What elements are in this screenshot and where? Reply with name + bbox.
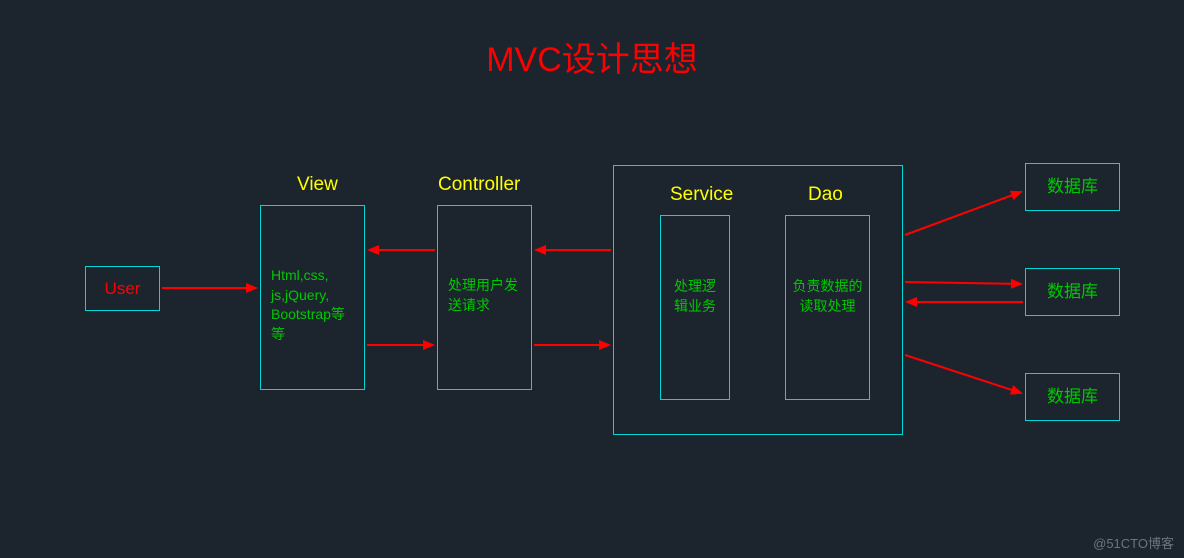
diagram-title: MVC设计思想 (486, 32, 698, 81)
db-label-3: 数据库 (1047, 385, 1098, 409)
db-box-3: 数据库 (1025, 373, 1120, 421)
db-label-2: 数据库 (1047, 280, 1098, 304)
controller-box: 处理用户发 送请求 (437, 205, 532, 390)
controller-body: 处理用户发 送请求 (438, 266, 531, 325)
arrows (0, 0, 1184, 558)
service-title: Service (670, 184, 733, 206)
db-box-2: 数据库 (1025, 268, 1120, 316)
user-box: User (85, 266, 160, 311)
user-label: User (105, 279, 141, 299)
controller-title: Controller (438, 174, 520, 196)
dao-box: 负责数据的 读取处理 (785, 215, 870, 400)
dao-title: Dao (808, 184, 843, 206)
view-title: View (297, 174, 338, 196)
db-box-1: 数据库 (1025, 163, 1120, 211)
db-label-1: 数据库 (1047, 175, 1098, 199)
view-body: Html,css, js,jQuery, Bootstrap等 等 (261, 256, 364, 354)
service-body: 处理逻 辑业务 (661, 271, 729, 322)
service-box: 处理逻 辑业务 (660, 215, 730, 400)
view-box: Html,css, js,jQuery, Bootstrap等 等 (260, 205, 365, 390)
watermark: @51CTO博客 (1093, 533, 1174, 552)
dao-body: 负责数据的 读取处理 (786, 271, 869, 322)
